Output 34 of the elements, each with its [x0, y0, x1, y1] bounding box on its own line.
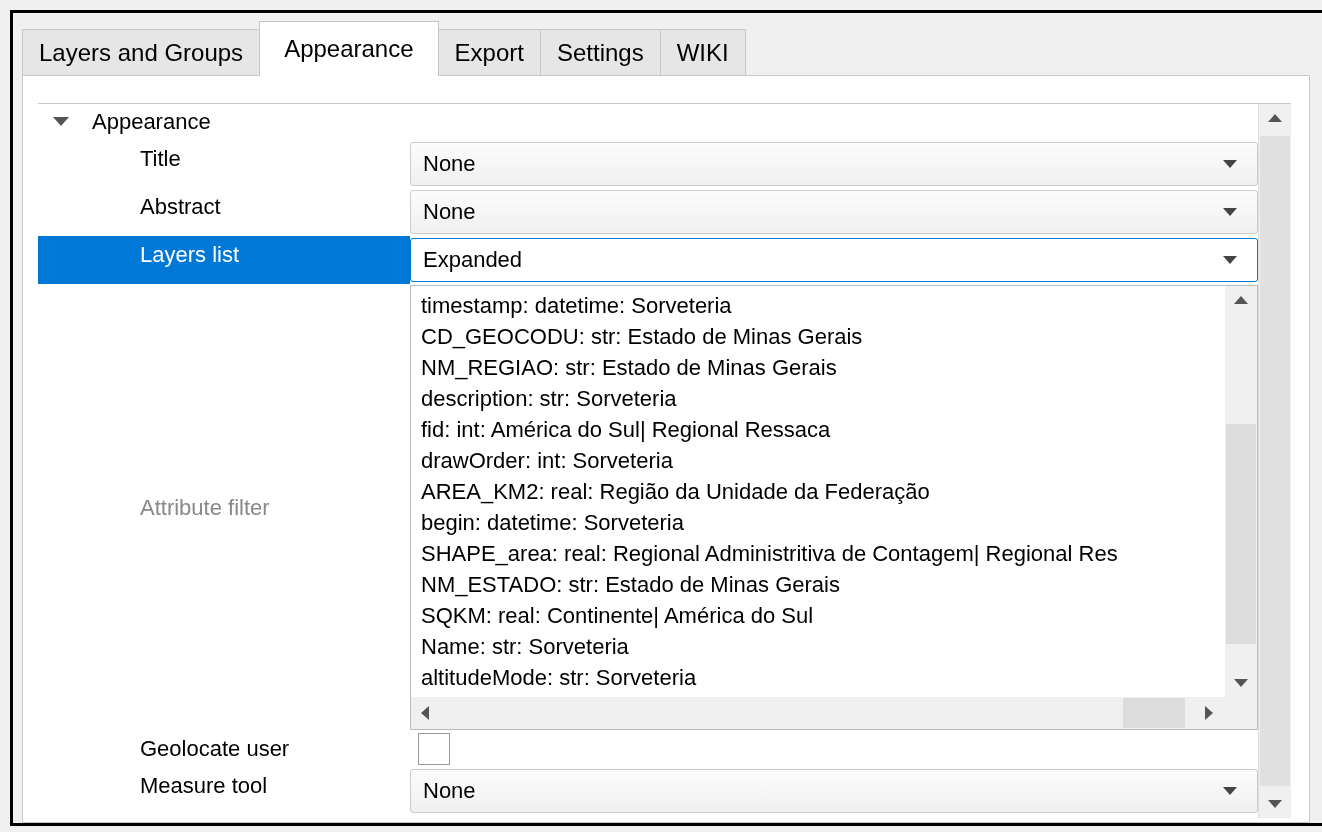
dropdown[interactable]: None: [410, 769, 1258, 813]
row-label[interactable]: Layers list: [38, 236, 410, 284]
scrollbar-thumb[interactable]: [1260, 136, 1290, 786]
scroll-up-icon[interactable]: [1268, 114, 1282, 122]
caret-icon: [1223, 160, 1237, 168]
row-label[interactable]: Geolocate user: [38, 731, 410, 767]
scroll-left-icon[interactable]: [421, 706, 429, 720]
section-title: Appearance: [92, 109, 211, 135]
scroll-down-icon[interactable]: [1234, 679, 1248, 687]
vertical-scrollbar[interactable]: [1225, 286, 1257, 697]
tab[interactable]: WIKI: [659, 29, 746, 75]
caret-icon: [1223, 256, 1237, 264]
dropdown[interactable]: None: [410, 142, 1258, 186]
field-list[interactable]: [410, 285, 1258, 730]
vertical-scrollbar[interactable]: [1258, 104, 1291, 818]
scroll-up-icon[interactable]: [1234, 296, 1248, 304]
horizontal-scrollbar[interactable]: [411, 697, 1257, 729]
tab[interactable]: Appearance: [259, 21, 439, 76]
scroll-down-icon[interactable]: [1268, 800, 1282, 808]
row-label[interactable]: Measure tool: [38, 767, 410, 815]
checkbox[interactable]: [418, 733, 450, 765]
collapse-triangle-icon[interactable]: [53, 117, 69, 127]
tab[interactable]: Settings: [539, 29, 661, 75]
scroll-right-icon[interactable]: [1205, 706, 1213, 720]
scrollbar-thumb[interactable]: [1226, 424, 1256, 644]
tab[interactable]: Layers and Groups: [22, 29, 261, 75]
caret-icon: [1223, 208, 1237, 216]
caret-icon: [1223, 787, 1237, 795]
scrollbar-thumb[interactable]: [1123, 698, 1185, 728]
row-label[interactable]: Abstract: [38, 188, 410, 236]
tab[interactable]: Export: [437, 29, 541, 75]
dropdown[interactable]: Expanded: [410, 238, 1258, 282]
dropdown[interactable]: None: [410, 190, 1258, 234]
row-label[interactable]: Title: [38, 140, 410, 188]
